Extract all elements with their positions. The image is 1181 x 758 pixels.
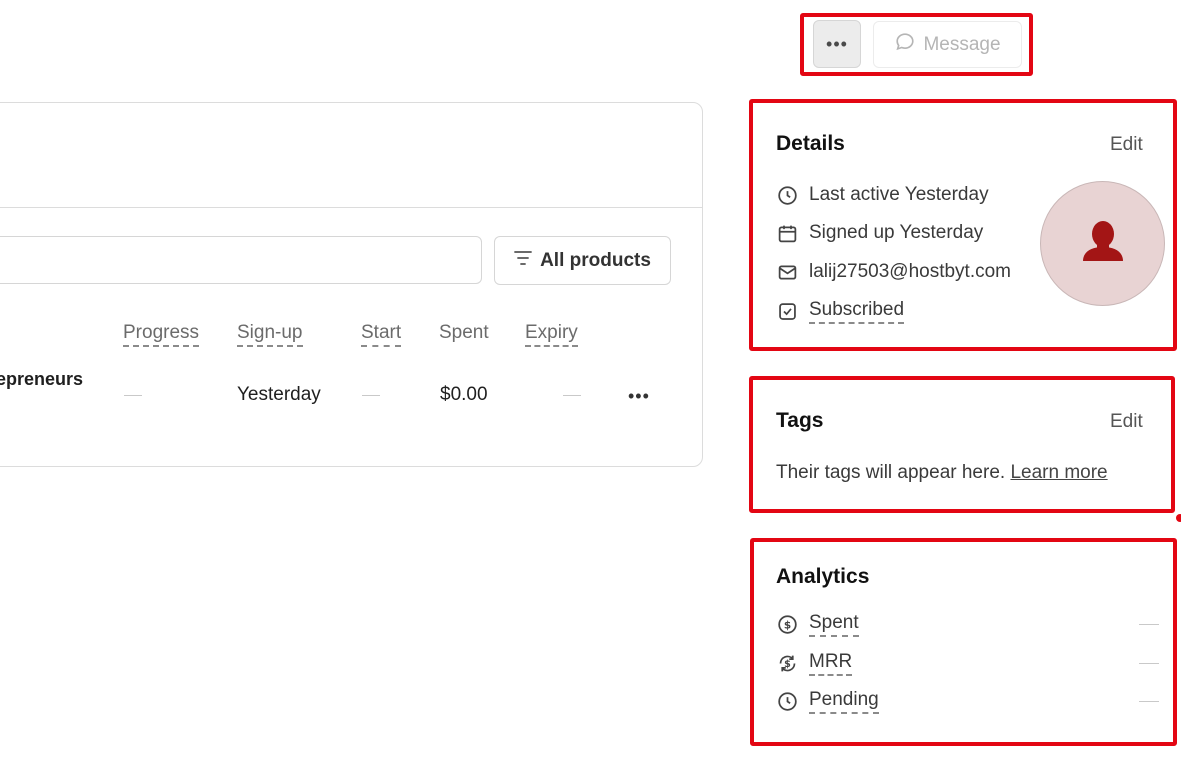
svg-text:$: $ — [783, 619, 790, 631]
column-header-start[interactable]: Start — [361, 322, 402, 347]
email-text[interactable]: lalij27503@hostbyt.com — [809, 261, 1011, 283]
subscribed-text[interactable]: Subscribed — [809, 299, 905, 324]
analytics-mrr-label[interactable]: MRR — [809, 651, 853, 676]
analytics-spent-value — [1139, 624, 1159, 625]
progress-empty-dash — [124, 395, 142, 396]
analytics-mrr-value — [1139, 663, 1159, 664]
dollar-circle-icon: $ — [776, 614, 798, 636]
email-row: lalij27503@hostbyt.com — [776, 261, 1011, 283]
mail-icon — [776, 261, 798, 283]
tags-edit-link[interactable]: Edit — [1110, 411, 1143, 433]
tags-empty-text: Their tags will appear here. — [776, 462, 1006, 483]
chat-bubble-icon — [894, 31, 916, 59]
analytics-pending-value — [1139, 701, 1159, 702]
signed-up-text: Signed up Yesterday — [809, 222, 984, 243]
filter-label: All products — [540, 249, 651, 271]
all-products-filter-button[interactable]: All products — [494, 236, 671, 285]
expiry-empty-dash — [563, 395, 581, 396]
ellipsis-icon: ••• — [628, 386, 650, 406]
analytics-title: Analytics — [776, 565, 870, 588]
analytics-spent-label[interactable]: Spent — [809, 612, 859, 637]
svg-text:$: $ — [784, 659, 791, 670]
signed-up-row: Signed up Yesterday — [776, 222, 983, 244]
calendar-icon — [776, 222, 798, 244]
spent-value: $0.00 — [440, 384, 488, 405]
subscribed-row: Subscribed — [776, 299, 905, 324]
tags-empty-message: Their tags will appear here. Learn more — [776, 462, 1108, 484]
details-edit-link[interactable]: Edit — [1110, 134, 1143, 156]
column-header-expiry[interactable]: Expiry — [525, 322, 578, 347]
column-header-signup[interactable]: Sign-up — [237, 322, 303, 347]
row-more-button[interactable]: ••• — [628, 386, 650, 407]
analytics-mrr-row: $ MRR — [776, 651, 853, 676]
learn-more-link[interactable]: Learn more — [1010, 462, 1107, 483]
search-input[interactable] — [0, 236, 482, 284]
clock-icon — [776, 691, 798, 713]
analytics-pending-row: Pending — [776, 689, 879, 714]
tags-highlight — [749, 376, 1175, 513]
column-header-spent: Spent — [439, 322, 489, 343]
card-divider — [0, 207, 702, 208]
more-actions-button[interactable]: ••• — [813, 20, 861, 68]
filter-icon — [514, 250, 532, 272]
tags-title: Tags — [776, 409, 824, 432]
details-title: Details — [776, 132, 845, 155]
product-name[interactable]: epreneurs — [0, 368, 83, 390]
customer-products-card: All products — [0, 102, 703, 467]
column-header-progress[interactable]: Progress — [123, 322, 200, 347]
ellipsis-icon: ••• — [826, 33, 848, 54]
message-button[interactable]: Message — [873, 21, 1022, 68]
analytics-pending-label[interactable]: Pending — [809, 689, 879, 714]
clock-icon — [776, 184, 798, 206]
last-active-row: Last active Yesterday — [776, 184, 989, 206]
message-button-label: Message — [923, 33, 1001, 55]
start-empty-dash — [362, 395, 380, 396]
red-marker-dot — [1176, 514, 1181, 522]
recurring-dollar-icon: $ — [776, 653, 798, 675]
user-icon — [1079, 217, 1127, 270]
analytics-spent-row: $ Spent — [776, 612, 859, 637]
checkbox-checked-icon — [776, 301, 798, 323]
avatar — [1040, 181, 1165, 306]
signup-value: Yesterday — [237, 384, 321, 405]
last-active-text: Last active Yesterday — [809, 184, 989, 205]
